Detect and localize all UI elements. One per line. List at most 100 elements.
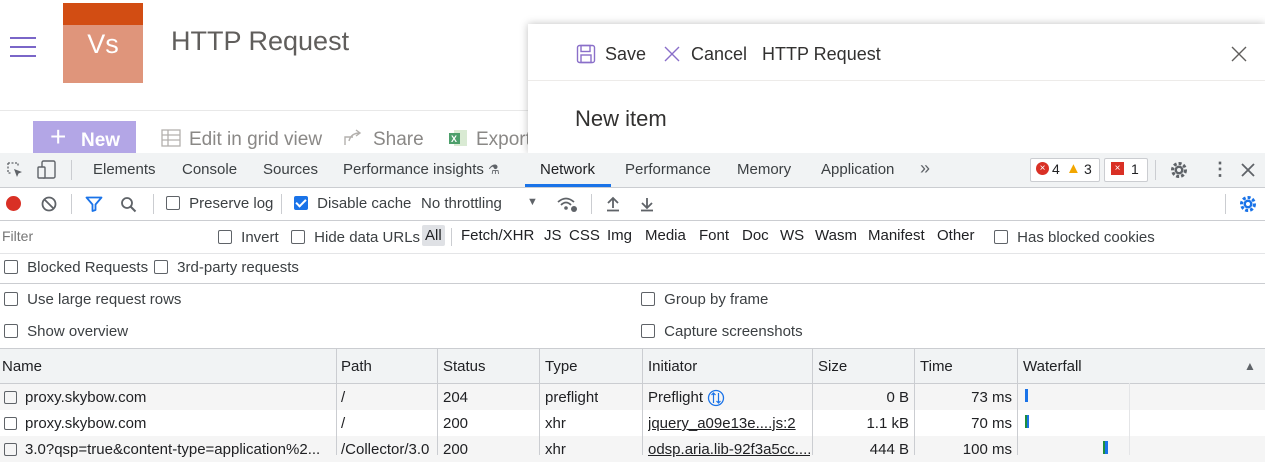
type-filter-img[interactable]: Img [607,227,632,244]
group-by-frame-box[interactable] [641,292,655,306]
export-button[interactable]: X Export [448,129,531,151]
preserve-log-box[interactable] [166,196,180,210]
column-header-type[interactable]: Type [545,358,578,375]
tab-elements[interactable]: Elements [93,161,156,178]
table-row[interactable]: proxy.skybow.com / 200 xhr jquery_a09e13… [0,410,1265,436]
new-button[interactable]: + New [33,121,136,153]
blocked-requests-box[interactable] [4,260,18,274]
network-settings-gear-icon[interactable] [1238,194,1258,214]
tab-network[interactable]: Network [540,161,595,178]
column-divider[interactable] [539,349,540,455]
has-blocked-cookies-checkbox[interactable]: Has blocked cookies [994,229,1155,246]
type-filter-fetch-xhr[interactable]: Fetch/XHR [461,227,534,244]
table-row[interactable]: proxy.skybow.com / 204 preflight Preflig… [0,384,1265,410]
type-filter-other[interactable]: Other [937,227,975,244]
type-filter-ws[interactable]: WS [780,227,804,244]
network-toolbar: Preserve log Disable cache No throttling… [0,188,1265,221]
type-filter-manifest[interactable]: Manifest [868,227,925,244]
type-filter-doc[interactable]: Doc [742,227,769,244]
column-divider[interactable] [437,349,438,455]
close-icon[interactable] [1230,45,1248,63]
column-divider[interactable] [812,349,813,455]
disable-cache-checkbox[interactable]: Disable cache [294,195,411,212]
hamburger-menu-icon[interactable] [10,37,36,64]
site-title[interactable]: HTTP Request [171,26,349,57]
column-header-initiator[interactable]: Initiator [648,358,697,375]
more-tabs-chevron-icon[interactable]: » [920,158,930,179]
show-overview-checkbox[interactable]: Show overview [4,323,128,340]
column-divider[interactable] [642,349,643,455]
tab-memory[interactable]: Memory [737,161,791,178]
hide-data-urls-box[interactable] [291,230,305,244]
blocked-requests-checkbox[interactable]: Blocked Requests [4,259,148,276]
device-toolbar-icon[interactable] [37,160,57,180]
inspect-element-icon[interactable] [6,161,24,179]
new-button-label: New [81,130,121,151]
share-button[interactable]: Share [343,129,424,151]
column-header-size[interactable]: Size [818,358,847,375]
column-header-time[interactable]: Time [920,358,953,375]
row-size: 1.1 kB [866,415,909,432]
column-header-waterfall[interactable]: Waterfall [1023,358,1082,375]
large-request-rows-box[interactable] [4,292,18,306]
show-overview-box[interactable] [4,324,18,338]
type-filter-wasm[interactable]: Wasm [815,227,857,244]
waterfall-gridline [1129,383,1130,455]
filter-input[interactable] [0,223,203,249]
row-size: 0 B [886,389,909,406]
more-options-kebab-icon[interactable]: ⋮ [1211,159,1229,180]
hide-data-urls-checkbox[interactable]: Hide data URLs [291,229,420,246]
type-filter-css[interactable]: CSS [569,227,600,244]
column-header-status[interactable]: Status [443,358,486,375]
tab-performance[interactable]: Performance [625,161,711,178]
edit-grid-view-label: Edit in grid view [189,129,323,150]
tab-application[interactable]: Application [821,161,894,178]
network-conditions-wifi-icon[interactable] [556,195,578,213]
edit-grid-view-button[interactable]: Edit in grid view [161,129,322,151]
invert-box[interactable] [218,230,232,244]
column-divider[interactable] [1017,349,1018,455]
row-path: /Collector/3.0 [341,441,430,458]
third-party-requests-box[interactable] [154,260,168,274]
clear-icon[interactable] [41,196,57,212]
third-party-requests-checkbox[interactable]: 3rd-party requests [154,259,299,276]
column-header-path[interactable]: Path [341,358,372,375]
tab-sources[interactable]: Sources [263,161,318,178]
table-row[interactable]: 3.0?qsp=true&content-type=application%2.… [0,436,1265,462]
show-overview-label: Show overview [27,323,129,340]
tab-performance-insights[interactable]: Performance insights ⚗ [343,161,500,178]
row-initiator-link[interactable]: odsp.aria.lib-92f3a5cc.... [648,441,810,458]
import-har-upload-icon[interactable] [605,196,621,212]
throttling-select[interactable]: No throttling ▼ [421,195,543,212]
invert-checkbox[interactable]: Invert [218,229,279,246]
close-devtools-icon[interactable] [1241,163,1255,177]
export-har-download-icon[interactable] [639,196,655,212]
cancel-button[interactable]: Cancel [691,44,747,65]
has-blocked-cookies-box[interactable] [994,230,1008,244]
type-filter-all[interactable]: All [422,225,445,246]
row-initiator-link[interactable]: jquery_a09e13e....js:2 [648,415,810,432]
settings-gear-icon[interactable] [1169,160,1189,180]
capture-screenshots-box[interactable] [641,324,655,338]
column-divider[interactable] [336,349,337,455]
capture-screenshots-checkbox[interactable]: Capture screenshots [641,323,803,340]
disable-cache-box[interactable] [294,196,308,210]
column-header-name[interactable]: Name [2,358,42,375]
sort-arrow-icon[interactable]: ▲ [1244,359,1256,373]
type-filter-js[interactable]: JS [544,227,562,244]
tab-console[interactable]: Console [182,161,237,178]
large-request-rows-checkbox[interactable]: Use large request rows [4,291,181,308]
search-icon[interactable] [120,196,137,213]
preflight-swap-icon[interactable] [707,389,725,407]
site-logo[interactable]: Vs [63,3,143,83]
type-filter-font[interactable]: Font [699,227,729,244]
filter-funnel-icon[interactable] [85,196,103,212]
preserve-log-checkbox[interactable]: Preserve log [166,195,273,212]
group-by-frame-checkbox[interactable]: Group by frame [641,291,768,308]
console-counts-badge[interactable]: × 4 ▲ 3 [1030,158,1100,182]
type-filter-media[interactable]: Media [645,227,686,244]
record-icon[interactable] [6,196,21,211]
save-button[interactable]: Save [605,44,646,65]
column-divider[interactable] [914,349,915,455]
issues-badge[interactable]: × 1 [1104,158,1148,182]
